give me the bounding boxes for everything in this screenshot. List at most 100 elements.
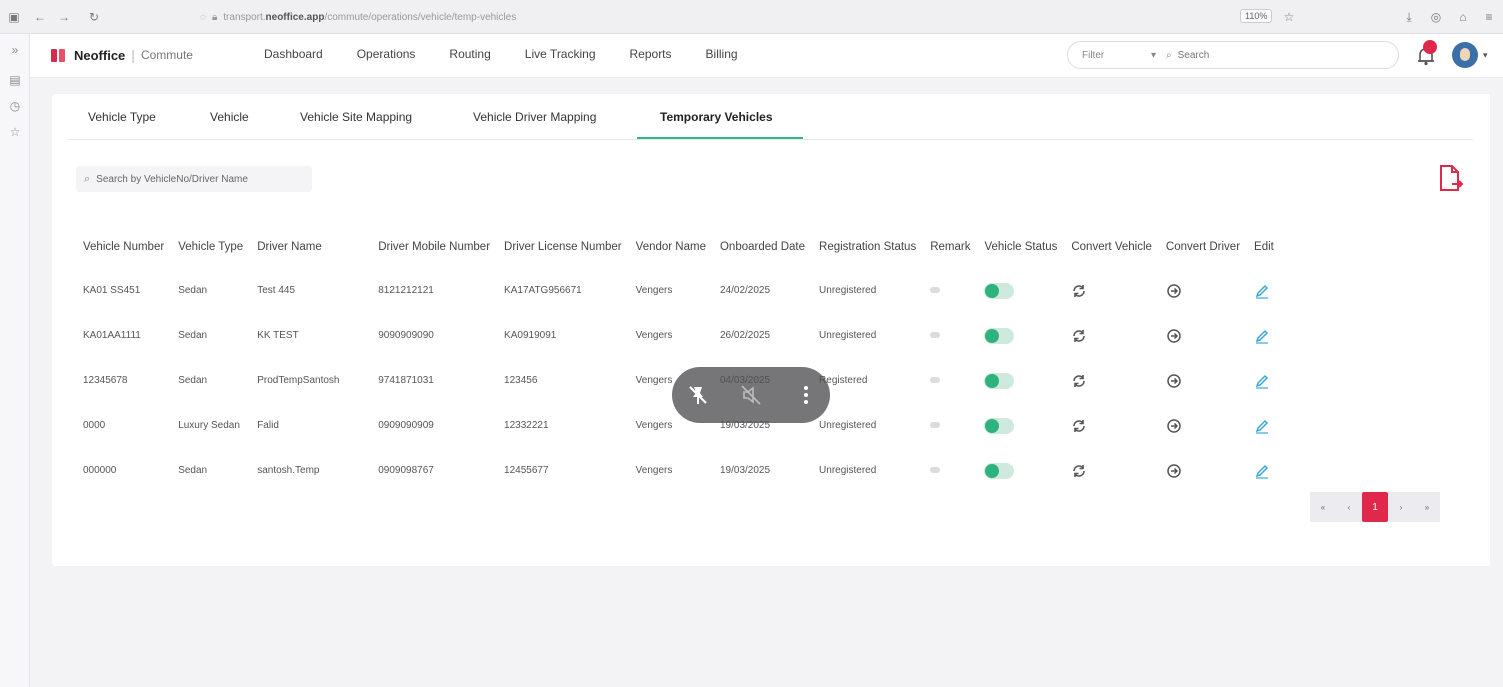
convert-vehicle-icon[interactable] xyxy=(1071,418,1087,434)
col-onboarded-date[interactable]: Onboarded Date xyxy=(713,226,812,268)
reload-icon[interactable]: ↻ xyxy=(86,9,102,25)
cell-convert-driver xyxy=(1159,403,1247,448)
page-1-button[interactable]: 1 xyxy=(1362,492,1388,522)
next-page-button[interactable]: › xyxy=(1388,492,1414,522)
vehicle-status-toggle[interactable] xyxy=(984,372,1015,389)
convert-vehicle-icon[interactable] xyxy=(1071,463,1087,479)
cell-driver-mobile: 0909098767 xyxy=(378,465,434,476)
avatar[interactable] xyxy=(1452,42,1478,68)
tab-temporary-vehicles[interactable]: Temporary Vehicles xyxy=(660,110,773,124)
col-edit[interactable]: Edit xyxy=(1247,226,1281,268)
col-vendor-name[interactable]: Vendor Name xyxy=(629,226,713,268)
nav-routing[interactable]: Routing xyxy=(449,47,490,61)
chevron-down-icon[interactable]: ▾ xyxy=(1483,50,1488,61)
edit-icon[interactable] xyxy=(1254,373,1270,389)
edit-icon[interactable] xyxy=(1254,283,1270,299)
account-icon[interactable]: ◎ xyxy=(1428,9,1444,25)
cell-driver-name: Test 445 xyxy=(257,285,296,296)
cell-vehicle-type: Sedan xyxy=(178,330,208,341)
export-file-button[interactable] xyxy=(1436,163,1466,195)
download-icon[interactable]: ⤓ xyxy=(1401,9,1417,25)
convert-driver-icon[interactable] xyxy=(1166,283,1182,299)
mute-icon[interactable] xyxy=(739,383,763,407)
forward-icon[interactable]: → xyxy=(56,9,72,25)
bookmark-star-icon[interactable]: ☆ xyxy=(1281,9,1297,25)
more-vertical-icon[interactable] xyxy=(794,383,818,407)
cell-convert-vehicle xyxy=(1064,313,1159,358)
cell-vehicle-type: Sedan xyxy=(178,285,208,296)
extensions-icon[interactable]: ⌂ xyxy=(1455,9,1471,25)
tab-vehicle-type[interactable]: Vehicle Type xyxy=(88,110,156,124)
history-icon[interactable]: ◷ xyxy=(7,98,23,114)
back-icon[interactable]: ← xyxy=(32,9,48,25)
edit-icon[interactable] xyxy=(1254,328,1270,344)
col-vehicle-type[interactable]: Vehicle Type xyxy=(171,226,250,268)
first-page-button[interactable]: « xyxy=(1310,492,1336,522)
cell-remark-icon xyxy=(923,358,977,403)
brand-separator: | xyxy=(131,47,135,63)
tabs-icon[interactable]: ▤ xyxy=(7,72,23,88)
remark-icon[interactable] xyxy=(930,422,941,428)
col-remark[interactable]: Remark xyxy=(923,226,977,268)
convert-driver-icon[interactable] xyxy=(1166,373,1182,389)
vehicle-status-toggle[interactable] xyxy=(984,462,1015,479)
col-convert-driver[interactable]: Convert Driver xyxy=(1159,226,1247,268)
col-registration-status[interactable]: Registration Status xyxy=(812,226,923,268)
cell-vehicle-status-toggle xyxy=(977,403,1064,448)
convert-vehicle-icon[interactable] xyxy=(1071,328,1087,344)
col-driver-mobile-number[interactable]: Driver Mobile Number xyxy=(371,226,497,268)
tab-vehicle[interactable]: Vehicle xyxy=(210,110,249,124)
cell-driver-mobile: 8121212121 xyxy=(378,285,434,296)
col-vehicle-status[interactable]: Vehicle Status xyxy=(977,226,1064,268)
vehicle-status-toggle[interactable] xyxy=(984,327,1015,344)
remark-icon[interactable] xyxy=(930,332,941,338)
sidebar-expand-icon[interactable]: » xyxy=(7,42,23,58)
nav-reports[interactable]: Reports xyxy=(630,47,672,61)
convert-driver-icon[interactable] xyxy=(1166,418,1182,434)
cell-registration-status: Unregistered xyxy=(819,285,877,296)
col-driver-license-number[interactable]: Driver License Number xyxy=(497,226,629,268)
edit-icon[interactable] xyxy=(1254,463,1270,479)
bookmarks-icon[interactable]: ☆ xyxy=(7,124,23,140)
sidebar-toggle-icon[interactable]: ▣ xyxy=(6,9,22,25)
prev-page-button[interactable]: ‹ xyxy=(1336,492,1362,522)
main-card: Vehicle Type Vehicle Vehicle Site Mappin… xyxy=(52,94,1490,566)
last-page-button[interactable]: » xyxy=(1414,492,1440,522)
cell-edit xyxy=(1247,268,1281,313)
convert-driver-icon[interactable] xyxy=(1166,463,1182,479)
cell-driver-mobile: 9741871031 xyxy=(378,375,434,386)
unpin-icon[interactable] xyxy=(686,383,710,407)
nav-operations[interactable]: Operations xyxy=(357,47,416,61)
neoffice-logo-icon xyxy=(50,47,68,63)
convert-driver-icon[interactable] xyxy=(1166,328,1182,344)
col-driver-name[interactable]: Driver Name xyxy=(250,226,371,268)
nav-live-tracking[interactable]: Live Tracking xyxy=(525,47,596,61)
col-convert-vehicle[interactable]: Convert Vehicle xyxy=(1064,226,1159,268)
cell-convert-vehicle xyxy=(1064,358,1159,403)
filter-select[interactable]: Filter ▾ xyxy=(1082,50,1156,61)
convert-vehicle-icon[interactable] xyxy=(1071,373,1087,389)
product-name: Commute xyxy=(140,48,193,62)
logo[interactable]: Neoffice | Commute xyxy=(50,47,193,63)
zoom-level[interactable]: 110% xyxy=(1240,9,1273,23)
nav-dashboard[interactable]: Dashboard xyxy=(264,47,323,61)
table-header-row: Vehicle Number Vehicle Type Driver Name … xyxy=(76,226,1281,268)
tab-vehicle-site-mapping[interactable]: Vehicle Site Mapping xyxy=(300,110,412,124)
tab-vehicle-driver-mapping[interactable]: Vehicle Driver Mapping xyxy=(473,110,596,124)
notifications-button[interactable] xyxy=(1415,40,1437,67)
menu-icon[interactable]: ≡ xyxy=(1481,9,1497,25)
remark-icon[interactable] xyxy=(930,467,941,473)
cell-vehicle-status-toggle xyxy=(977,268,1064,313)
nav-billing[interactable]: Billing xyxy=(706,47,738,61)
vehicle-status-toggle[interactable] xyxy=(984,282,1015,299)
address-bar[interactable]: ◌ 🔒︎ transport. neoffice.app/commute/oper… xyxy=(200,7,1308,27)
convert-vehicle-icon[interactable] xyxy=(1071,283,1087,299)
vehicle-status-toggle[interactable] xyxy=(984,417,1015,434)
global-search-input[interactable] xyxy=(1177,49,1378,61)
table-row: KA01 SS451 Sedan Test 445 8121212121 KA17ATG… xyxy=(76,268,1281,313)
edit-icon[interactable] xyxy=(1254,418,1270,434)
vehicle-search-input[interactable] xyxy=(96,173,297,185)
col-vehicle-number[interactable]: Vehicle Number xyxy=(76,226,171,268)
remark-icon[interactable] xyxy=(930,377,941,383)
remark-icon[interactable] xyxy=(930,287,941,293)
